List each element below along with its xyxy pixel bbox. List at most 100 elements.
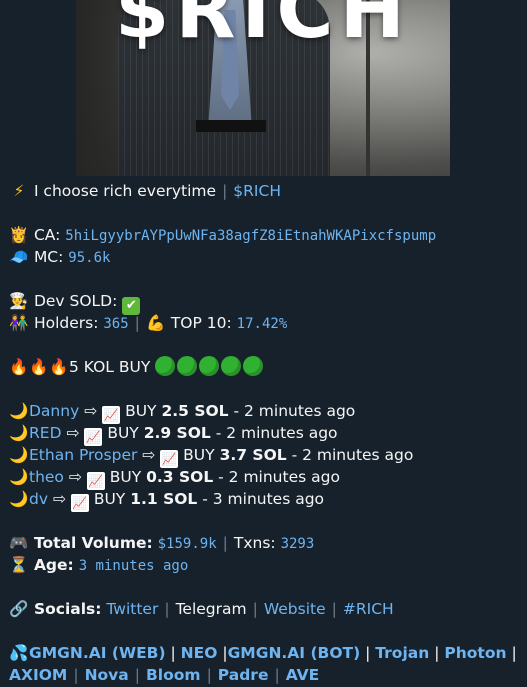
holders-value[interactable]: 365 — [103, 316, 128, 332]
mc-row: 🧢 MC: 95.6k — [9, 246, 518, 268]
website-link[interactable]: Website — [264, 600, 326, 618]
kol-buy-row: 🌙Danny ⇨ 📈 BUY 2.5 SOL - 2 minutes ago — [9, 400, 518, 424]
arrow-icon: ⇨ — [52, 490, 66, 508]
green-circle-icon — [221, 356, 242, 376]
green-circle-icon — [155, 356, 176, 376]
buy-action: BUY — [93, 490, 126, 508]
headline-text: I choose rich everytime — [33, 182, 217, 200]
kol-buy-list: 🌙Danny ⇨ 📈 BUY 2.5 SOL - 2 minutes ago 🌙R… — [9, 400, 518, 512]
arrow-icon: ⇨ — [68, 468, 82, 486]
platforms-row-1: 💦GMGN.AI (WEB) | NEO |GMGN.AI (BOT) | Tr… — [9, 644, 517, 662]
kol-label: 5 KOL BUY — [69, 358, 151, 376]
gmgn-bot-link[interactable]: GMGN.AI (BOT) — [228, 644, 361, 662]
top10-label: TOP 10: — [170, 314, 232, 332]
buy-time: - 2 minutes ago — [218, 468, 340, 486]
volume-value[interactable]: $159.9k — [158, 536, 217, 552]
kol-row: 🔥🔥🔥5 KOL BUY — [9, 356, 518, 378]
green-circle-icon — [199, 356, 220, 376]
separator: | — [331, 600, 337, 618]
kol-name-link[interactable]: RED — [29, 424, 62, 442]
banner-image[interactable]: $RICH — [76, 0, 450, 176]
neo-link[interactable]: NEO — [181, 644, 218, 662]
separator: | — [164, 600, 170, 618]
buy-time: - 3 minutes ago — [202, 490, 325, 508]
telegram-link[interactable]: Telegram — [176, 600, 247, 618]
banner-title: $RICH — [115, 0, 411, 56]
axiom-link[interactable]: AXIOM — [9, 666, 67, 684]
age-row: ⏳ Age: 3 minutes ago — [9, 554, 518, 576]
buy-time: - 2 minutes ago — [215, 424, 338, 442]
kol-name-link[interactable]: Ethan Prosper — [29, 446, 137, 464]
mc-label: MC: — [33, 248, 64, 266]
buy-amount: 3.7 SOL — [219, 446, 287, 464]
fire-icon: 🔥 — [49, 358, 69, 376]
ca-row: 👸 CA: 5hiLgyybrAYPpUwNFa38agfZ8iEtnahWKA… — [9, 224, 518, 246]
kol-buy-row: 🌙theo ⇨ 📈 BUY 0.3 SOL - 2 minutes ago — [9, 466, 518, 490]
arrow-icon: ⇨ — [66, 424, 80, 442]
kol-name-link[interactable]: dv — [29, 490, 48, 508]
crescent-moon-icon: 🌙 — [9, 490, 29, 508]
tag-link[interactable]: #RICH — [343, 600, 394, 618]
buy-action: BUY — [183, 446, 215, 464]
buy-time: - 2 minutes ago — [291, 446, 414, 464]
nova-link[interactable]: Nova — [85, 666, 129, 684]
holders-label: Holders: — [33, 314, 99, 332]
dev-label: Dev SOLD: — [33, 292, 118, 310]
muscle-icon: 💪 — [146, 314, 166, 332]
kol-buy-row: 🌙Ethan Prosper ⇨ 📈 BUY 3.7 SOL - 2 minut… — [9, 444, 518, 468]
crown-person-icon: 👸 — [9, 226, 29, 244]
ave-link[interactable]: AVE — [286, 666, 320, 684]
gmgn-web-link[interactable]: GMGN.AI (WEB) — [29, 644, 166, 662]
crescent-moon-icon: 🌙 — [9, 446, 29, 464]
separator: | — [252, 600, 258, 618]
crescent-moon-icon: 🌙 — [9, 468, 29, 486]
kol-buy-row: 🌙RED ⇨ 📈 BUY 2.9 SOL - 2 minutes ago — [9, 422, 518, 446]
buy-amount: 2.9 SOL — [143, 424, 211, 442]
buy-amount: 1.1 SOL — [130, 490, 198, 508]
buy-amount: 2.5 SOL — [161, 402, 229, 420]
lightning-icon: ⚡ — [13, 182, 25, 200]
socials-row: 🔗 Socials: Twitter | Telegram | Website | #RIC… — [9, 598, 518, 620]
kol-name-link[interactable]: theo — [29, 468, 64, 486]
belt-figure — [196, 120, 266, 132]
hourglass-icon: ⏳ — [9, 556, 29, 574]
buy-amount: 0.3 SOL — [146, 468, 214, 486]
ca-value[interactable]: 5hiLgyybrAYPpUwNFa38agfZ8iEtnahWKAPixcfs… — [65, 228, 436, 244]
droplets-icon: 💦 — [9, 644, 29, 662]
mc-value[interactable]: 95.6k — [68, 250, 110, 266]
message-body: ⚡ I choose rich everytime | $RICH 👸 CA: 5h… — [0, 180, 527, 686]
socials-label: Socials: — [33, 600, 102, 618]
age-value[interactable]: 3 minutes ago — [79, 558, 189, 574]
crescent-moon-icon: 🌙 — [9, 402, 29, 420]
chef-icon: 👨‍🍳 — [9, 292, 29, 310]
green-circle-icon — [177, 356, 198, 376]
dev-row: 👨‍🍳 Dev SOLD: ✔ — [9, 290, 518, 315]
twitter-link[interactable]: Twitter — [106, 600, 158, 618]
ticker-link[interactable]: $RICH — [233, 182, 281, 200]
padre-link[interactable]: Padre — [218, 666, 269, 684]
headline-row: ⚡ I choose rich everytime | $RICH — [9, 180, 518, 202]
buy-time: - 2 minutes ago — [233, 402, 356, 420]
txns-value[interactable]: 3293 — [281, 536, 315, 552]
arrow-icon: ⇨ — [142, 446, 156, 464]
buy-action: BUY — [125, 402, 157, 420]
bloom-link[interactable]: Bloom — [146, 666, 201, 684]
token-banner: $RICH — [0, 0, 527, 176]
photon-link[interactable]: Photon — [444, 644, 506, 662]
arrow-icon: ⇨ — [84, 402, 98, 420]
buy-action: BUY — [109, 468, 142, 486]
separator: | — [134, 314, 140, 332]
ca-label: CA: — [33, 226, 61, 244]
txns-label: Txns: — [233, 534, 276, 552]
age-label: Age: — [33, 556, 74, 574]
cap-icon: 🧢 — [9, 248, 29, 266]
top10-value[interactable]: 17.42% — [237, 316, 288, 332]
crescent-moon-icon: 🌙 — [9, 424, 29, 442]
trojan-link[interactable]: Trojan — [375, 644, 429, 662]
kol-name-link[interactable]: Danny — [29, 402, 79, 420]
buy-action: BUY — [107, 424, 139, 442]
platforms-row-2: AXIOM | Nova | Bloom | Padre | AVE — [9, 666, 320, 684]
fire-icon: 🔥 — [29, 358, 49, 376]
fire-icon: 🔥 — [9, 358, 29, 376]
kol-buy-row: 🌙dv ⇨ 📈 BUY 1.1 SOL - 3 minutes ago — [9, 488, 518, 512]
